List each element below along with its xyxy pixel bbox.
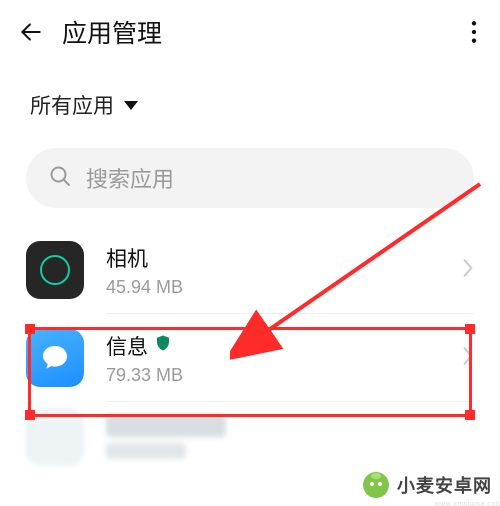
- obscured-text: [106, 415, 226, 437]
- shield-icon: [154, 334, 172, 358]
- search-placeholder: 搜索应用: [86, 162, 174, 194]
- back-icon[interactable]: [18, 19, 44, 45]
- watermark-text: 小麦安卓网: [397, 472, 492, 498]
- filter-dropdown[interactable]: 所有应用: [0, 64, 500, 142]
- chevron-right-icon: [462, 346, 474, 371]
- watermark-icon: [361, 470, 391, 500]
- app-name: 相机: [106, 243, 462, 273]
- chevron-right-icon: [462, 258, 474, 283]
- search-input[interactable]: 搜索应用: [26, 148, 474, 208]
- filter-label: 所有应用: [30, 90, 114, 120]
- watermark: 小麦安卓网: [361, 470, 492, 500]
- caret-down-icon: [124, 93, 138, 117]
- app-name: 信息: [106, 331, 148, 361]
- more-icon[interactable]: [470, 19, 478, 45]
- obscured-text: [106, 443, 186, 459]
- app-row-obscured[interactable]: [0, 402, 500, 472]
- search-icon: [48, 164, 72, 193]
- messages-icon: [26, 329, 84, 387]
- app-icon-obscured: [26, 408, 84, 466]
- app-row-messages[interactable]: 信息 79.33 MB: [0, 314, 500, 402]
- app-list: 相机 45.94 MB 信息: [0, 222, 500, 472]
- app-size: 45.94 MB: [106, 277, 462, 298]
- app-size: 79.33 MB: [106, 365, 462, 386]
- app-row-camera[interactable]: 相机 45.94 MB: [0, 226, 500, 314]
- camera-icon: [26, 241, 84, 299]
- watermark-url: www.xmsigma.com: [435, 501, 500, 506]
- page-title: 应用管理: [62, 14, 162, 50]
